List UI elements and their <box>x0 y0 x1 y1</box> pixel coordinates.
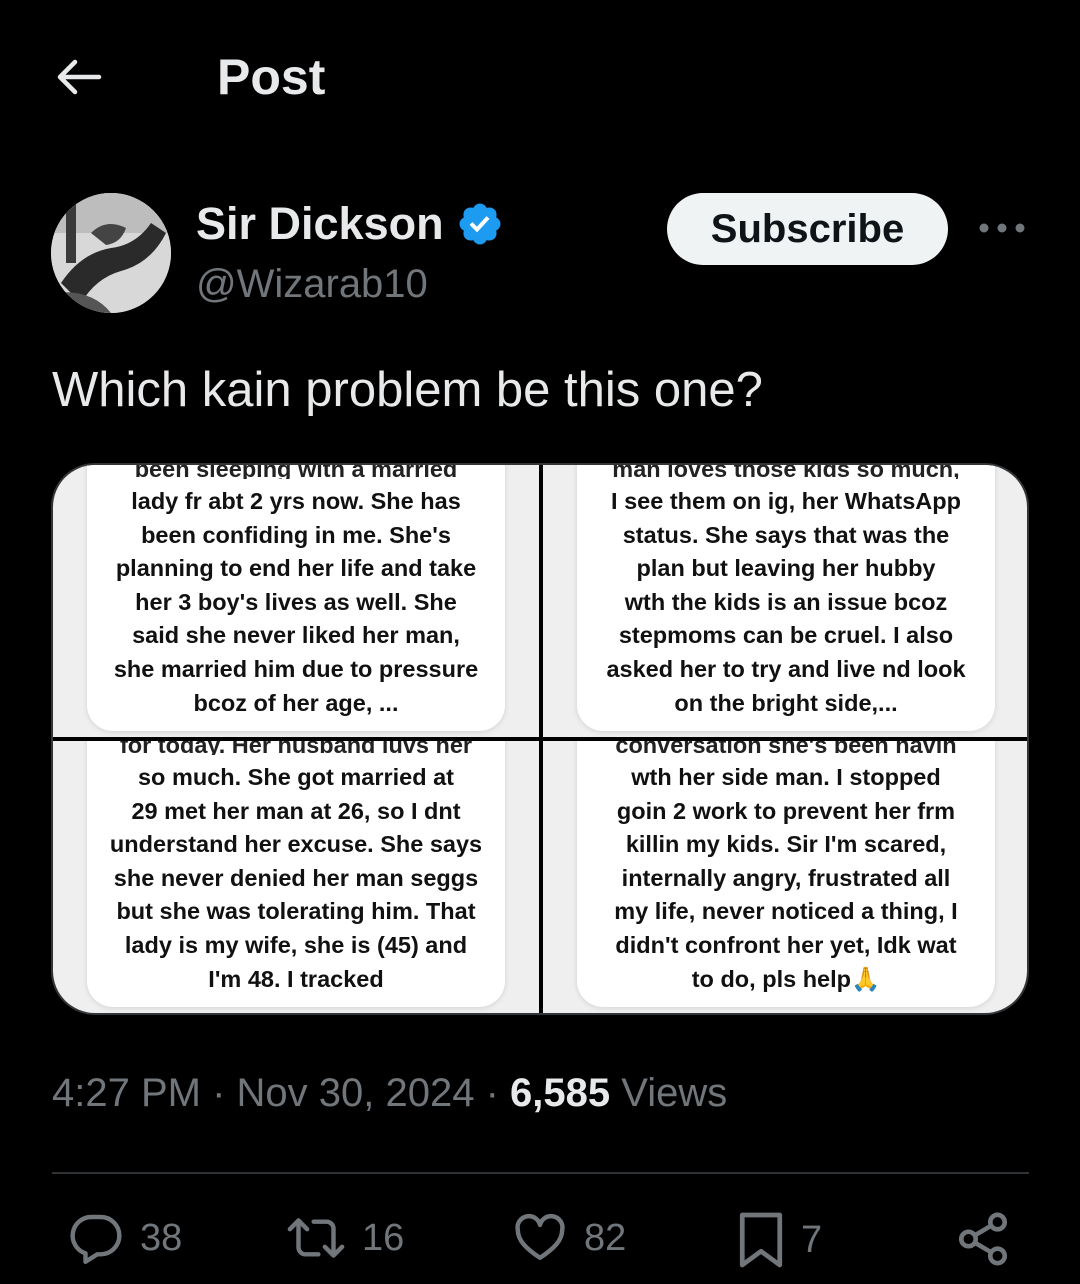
bookmark-count: 7 <box>801 1218 823 1261</box>
share-icon <box>958 1212 1008 1266</box>
post-meta: 4:27 PM · Nov 30, 2024 · 6,585 Views <box>52 1071 727 1116</box>
post-text: Which kain problem be this one? <box>52 363 763 417</box>
heart-icon <box>515 1213 565 1261</box>
share-button[interactable] <box>954 1210 1012 1268</box>
media-image-2[interactable]: man loves those kids so much, I see them… <box>543 465 1027 737</box>
like-count: 82 <box>584 1216 627 1259</box>
media-image-3[interactable]: for today. Her husband luvs her so much.… <box>53 741 539 1013</box>
like-button[interactable]: 82 <box>510 1210 626 1266</box>
views-label: Views <box>621 1071 728 1115</box>
screenshot-text: so much. She got married at 29 met her m… <box>109 764 483 992</box>
more-options-button[interactable] <box>975 208 1029 248</box>
screenshot-card: for today. Her husband luvs her so much.… <box>87 741 505 1007</box>
back-button[interactable] <box>52 50 106 104</box>
screenshot-text: I see them on ig, her WhatsApp status. S… <box>606 488 966 716</box>
post-date[interactable]: Nov 30, 2024 <box>237 1071 475 1115</box>
post-author: Sir Dickson @Wizarab10 Subscribe <box>0 190 1080 320</box>
repost-count: 16 <box>362 1216 405 1259</box>
media-image-1[interactable]: been sleeping with a married lady fr abt… <box>53 465 539 737</box>
top-bar: Post <box>0 0 1080 150</box>
bookmark-button[interactable]: 7 <box>735 1210 822 1270</box>
subscribe-button[interactable]: Subscribe <box>667 193 948 265</box>
avatar[interactable] <box>51 193 171 313</box>
verified-badge-icon <box>459 203 501 245</box>
screenshot-text: wth her side man. I stopped goin 2 work … <box>614 764 958 992</box>
repost-icon <box>287 1218 345 1258</box>
arrow-left-icon <box>57 59 102 95</box>
screenshot-card: conversation she's been havin wth her si… <box>577 741 995 1007</box>
cut-off-line: been sleeping with a married <box>134 465 458 479</box>
post-time[interactable]: 4:27 PM <box>52 1071 201 1115</box>
reply-count: 38 <box>140 1216 183 1259</box>
post-media-grid[interactable]: been sleeping with a married lady fr abt… <box>51 463 1029 1015</box>
reply-button[interactable]: 38 <box>66 1210 182 1266</box>
cut-off-line: for today. Her husband luvs her <box>119 741 473 755</box>
display-name[interactable]: Sir Dickson <box>196 198 504 250</box>
views-count: 6,585 <box>510 1071 611 1115</box>
screenshot-card: been sleeping with a married lady fr abt… <box>87 465 505 731</box>
avatar-image <box>51 193 171 313</box>
meta-separator: · <box>200 1071 237 1115</box>
meta-separator: · <box>474 1071 511 1115</box>
reply-icon <box>70 1214 122 1265</box>
author-name: Sir Dickson <box>196 198 444 249</box>
screenshot-card: man loves those kids so much, I see them… <box>577 465 995 731</box>
screenshot-text: lady fr abt 2 yrs now. She has been conf… <box>113 488 479 716</box>
action-bar: 38 16 82 7 <box>0 1210 1080 1284</box>
cut-off-line: man loves those kids so much, <box>612 465 960 479</box>
media-image-4[interactable]: conversation she's been havin wth her si… <box>543 741 1027 1013</box>
more-horizontal-icon <box>979 223 1025 233</box>
divider <box>52 1172 1029 1174</box>
author-handle[interactable]: @Wizarab10 <box>196 262 428 307</box>
repost-button[interactable]: 16 <box>284 1210 404 1266</box>
page-title: Post <box>217 49 326 105</box>
cut-off-line: conversation she's been havin <box>615 741 957 755</box>
bookmark-icon <box>739 1212 783 1268</box>
